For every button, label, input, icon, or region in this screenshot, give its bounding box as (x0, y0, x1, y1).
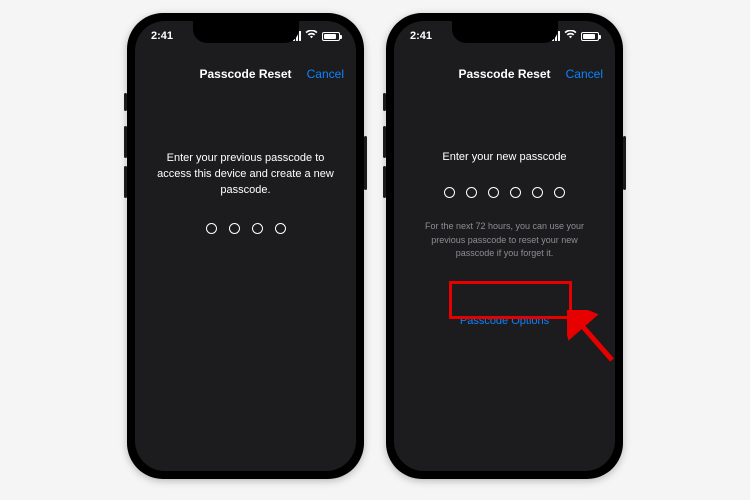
battery-icon (581, 32, 599, 41)
wifi-icon (564, 30, 577, 42)
cancel-button[interactable]: Cancel (566, 67, 603, 81)
power-button (364, 136, 367, 190)
wifi-icon (305, 30, 318, 42)
passcode-dots[interactable] (408, 187, 601, 198)
mute-switch (124, 93, 127, 111)
passcode-options-button[interactable]: Passcode Options (442, 307, 567, 335)
cancel-button[interactable]: Cancel (307, 67, 344, 81)
status-time: 2:41 (151, 30, 173, 42)
passcode-dot (444, 187, 455, 198)
screen-left: 2:41 Passcode Reset Cancel Enter your pr… (135, 21, 356, 471)
passcode-dot (206, 223, 217, 234)
passcode-dots[interactable] (149, 223, 342, 234)
passcode-dot (510, 187, 521, 198)
prompt-text: Enter your previous passcode to access t… (149, 151, 342, 199)
page-title: Passcode Reset (458, 67, 550, 81)
volume-down-button (124, 166, 127, 198)
passcode-dot (488, 187, 499, 198)
status-time: 2:41 (410, 30, 432, 42)
content-area: Enter your previous passcode to access t… (135, 111, 356, 471)
volume-up-button (124, 126, 127, 158)
phone-mockup-left: 2:41 Passcode Reset Cancel Enter your pr… (127, 13, 364, 479)
phone-mockup-right: 2:41 Passcode Reset Cancel Enter your ne… (386, 13, 623, 479)
screen-right: 2:41 Passcode Reset Cancel Enter your ne… (394, 21, 615, 471)
prompt-text: Enter your new passcode (408, 151, 601, 163)
passcode-dot (466, 187, 477, 198)
passcode-dot (554, 187, 565, 198)
hint-text: For the next 72 hours, you can use your … (408, 220, 601, 261)
mute-switch (383, 93, 386, 111)
passcode-dot (532, 187, 543, 198)
power-button (623, 136, 626, 190)
notch (452, 21, 558, 43)
passcode-dot (275, 223, 286, 234)
passcode-dot (229, 223, 240, 234)
passcode-dot (252, 223, 263, 234)
volume-up-button (383, 126, 386, 158)
page-title: Passcode Reset (199, 67, 291, 81)
nav-bar: Passcode Reset Cancel (135, 59, 356, 89)
notch (193, 21, 299, 43)
content-area: Enter your new passcode For the next 72 … (394, 111, 615, 471)
battery-icon (322, 32, 340, 41)
nav-bar: Passcode Reset Cancel (394, 59, 615, 89)
volume-down-button (383, 166, 386, 198)
